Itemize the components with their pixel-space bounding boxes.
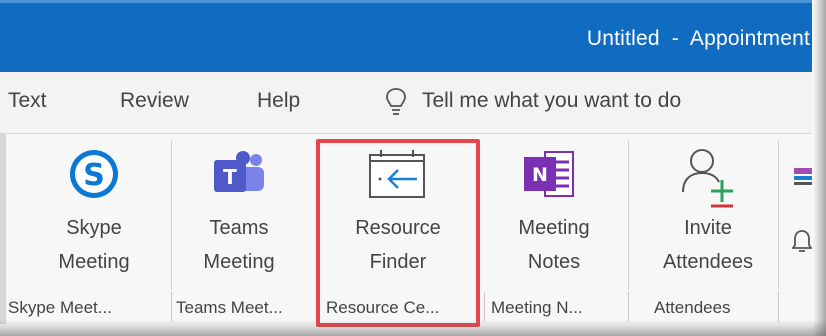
bell-icon-partial[interactable] [792, 228, 812, 254]
lightbulb-icon[interactable] [384, 86, 408, 116]
ribbon-tabs: Text Review Help Tell me what you want t… [0, 72, 812, 134]
outlook-window: Untitled - Appointment Text Review Help … [0, 0, 826, 336]
title-bar: Untitled - Appointment [0, 0, 812, 72]
meeting-notes-line2: Notes [527, 251, 581, 273]
tell-me-search[interactable]: Tell me what you want to do [422, 89, 681, 113]
group-label-teams: Teams Meet... [176, 298, 283, 317]
svg-text:S: S [83, 158, 105, 193]
window-title: Untitled - Appointment [586, 27, 810, 50]
skype-icon: S [70, 150, 118, 198]
group-separator [484, 292, 485, 322]
skype-button-line1: Skype [66, 217, 122, 239]
svg-text:N: N [532, 164, 548, 186]
tab-review[interactable]: Review [120, 89, 189, 113]
window-shadow-right [812, 0, 826, 336]
button-separator [171, 140, 172, 290]
teams-button-line1: Teams [209, 217, 269, 239]
group-label-skype: Skype Meet... [8, 298, 112, 317]
options-icon-partial[interactable] [792, 166, 812, 190]
teams-button-line2: Meeting [203, 251, 275, 273]
group-label-attendees: Attendees [654, 298, 731, 317]
meeting-notes-line1: Meeting [518, 217, 590, 239]
invite-attendees-line2: Attendees [662, 251, 754, 273]
ribbon-left-edge [0, 134, 6, 324]
tab-help[interactable]: Help [257, 89, 300, 113]
invite-attendees-line1: Invite [684, 217, 732, 239]
skype-button-line2: Meeting [58, 251, 130, 273]
group-label-meeting-notes: Meeting N... [491, 298, 583, 317]
onenote-icon: N [524, 151, 574, 197]
button-separator [778, 140, 779, 290]
tab-format-text[interactable]: Text [8, 89, 47, 113]
button-separator [628, 140, 629, 290]
group-separator [171, 292, 172, 322]
teams-icon: T [214, 151, 264, 192]
group-separator [778, 292, 779, 322]
highlight-box [316, 139, 480, 327]
add-person-icon [682, 149, 733, 208]
svg-text:T: T [223, 165, 237, 189]
group-separator [628, 292, 629, 322]
window-shadow-bottom [0, 320, 826, 336]
